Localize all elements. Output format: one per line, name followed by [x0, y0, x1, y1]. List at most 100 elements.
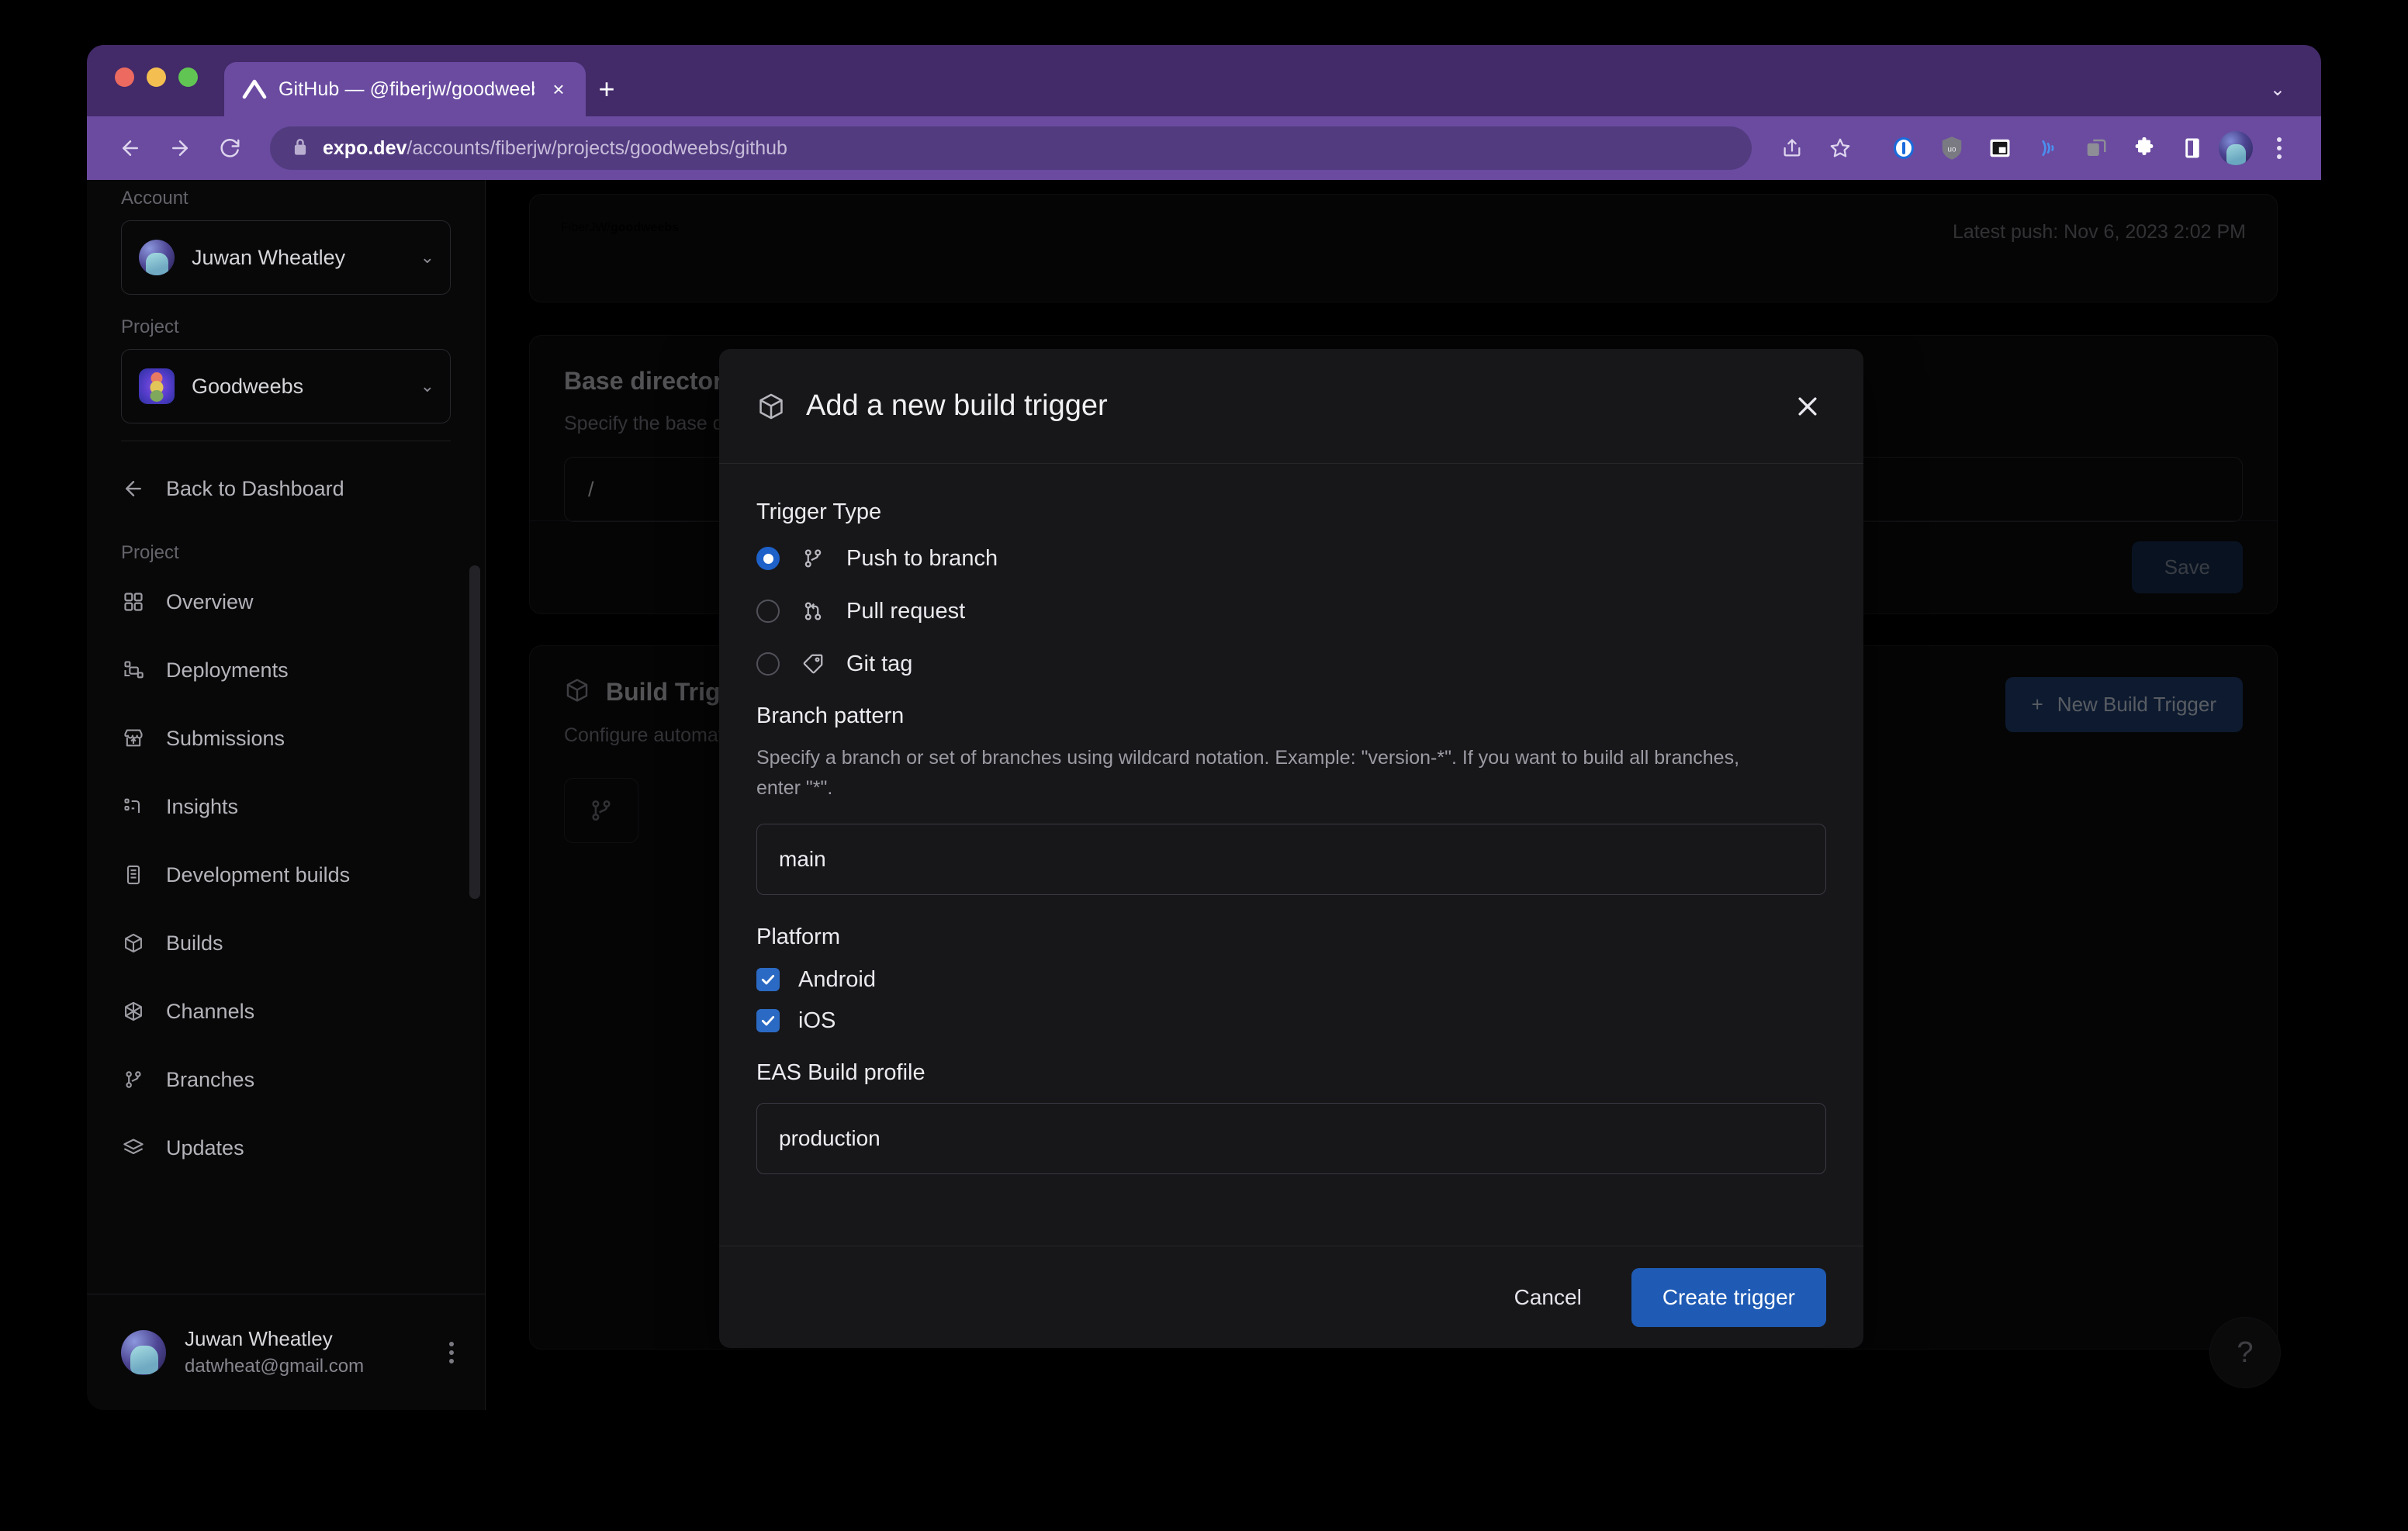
eas-build-profile-input[interactable]: production	[756, 1102, 1826, 1174]
tab-group-icon[interactable]	[2074, 126, 2118, 170]
browser-tab[interactable]: GitHub — @fiberjw/goodweebs ×	[224, 62, 586, 116]
sidebar-nav: Back to Dashboard Project Overview Deplo…	[87, 441, 485, 1294]
branch-icon	[121, 1067, 146, 1092]
three-dot-menu-icon[interactable]	[441, 1334, 462, 1371]
back-arrow-icon	[121, 476, 146, 501]
radio-indicator[interactable]	[756, 547, 780, 570]
sidebar-group-label: Project	[121, 542, 179, 563]
sidebar-item-updates[interactable]: Updates	[121, 1125, 451, 1170]
sidebar-item-label: Branches	[166, 1067, 255, 1091]
radio-pull-request[interactable]: Pull request	[756, 598, 1826, 624]
sidebar-scrollbar[interactable]	[469, 565, 480, 899]
checkbox-ios[interactable]: iOS	[756, 1008, 1826, 1034]
project-icon	[139, 368, 175, 404]
browser-window: GitHub — @fiberjw/goodweebs × + ⌄ expo.d…	[87, 45, 2321, 1410]
ublock-origin-icon[interactable]: uo	[1930, 126, 1974, 170]
window-traffic-lights	[115, 45, 198, 116]
trigger-type-label: Trigger Type	[756, 499, 882, 524]
modal-footer: Cancel Create trigger	[719, 1246, 1863, 1348]
sidebar-item-channels[interactable]: Channels	[121, 989, 451, 1034]
cast-icon[interactable]	[2026, 126, 2070, 170]
checkbox-indicator[interactable]	[756, 968, 780, 991]
expo-logo-icon	[241, 76, 268, 102]
modal-header: Add a new build trigger	[719, 349, 1863, 464]
account-name: Juwan Wheatley	[192, 245, 346, 269]
cube-icon	[121, 931, 146, 956]
sidebar-item-insights[interactable]: Insights	[121, 784, 451, 829]
account-avatar	[139, 240, 175, 275]
account-selector[interactable]: Juwan Wheatley ⌄	[121, 220, 451, 295]
close-icon[interactable]	[1786, 385, 1829, 428]
browser-tab-strip: GitHub — @fiberjw/goodweebs × + ⌄	[87, 45, 2321, 116]
sidebar-item-deployments[interactable]: Deployments	[121, 648, 451, 693]
browser-tab-title: GitHub — @fiberjw/goodweebs	[279, 78, 535, 100]
back-to-dashboard-link[interactable]: Back to Dashboard	[121, 466, 451, 511]
close-tab-button[interactable]: ×	[545, 76, 572, 102]
sidebar-item-development-builds[interactable]: Development builds	[121, 852, 451, 897]
extensions-puzzle-icon[interactable]	[2123, 126, 2166, 170]
checkbox-android[interactable]: Android	[756, 967, 1826, 993]
maximize-window-button[interactable]	[178, 67, 198, 87]
chevron-down-icon[interactable]: ⌄	[2270, 78, 2285, 101]
radio-indicator[interactable]	[756, 652, 780, 676]
eas-build-profile-section: EAS Build profile production	[756, 1060, 1826, 1174]
branch-pattern-section: Branch pattern Specify a branch or set o…	[756, 703, 1826, 895]
radio-label: Git tag	[846, 651, 913, 676]
sidebar-item-branches[interactable]: Branches	[121, 1057, 451, 1102]
modal-title: Add a new build trigger	[806, 389, 1108, 422]
branch-pattern-input[interactable]: main	[756, 823, 1826, 895]
tag-icon	[800, 651, 826, 677]
svg-text:uo: uo	[1948, 145, 1956, 154]
new-tab-button[interactable]: +	[586, 62, 628, 116]
sidebar-item-label: Deployments	[166, 658, 289, 682]
pull-request-icon	[800, 598, 826, 624]
radio-git-tag[interactable]: Git tag	[756, 651, 1826, 677]
profile-avatar[interactable]	[2219, 131, 2253, 165]
sidebar-user-name: Juwan Wheatley	[185, 1327, 333, 1350]
three-dot-menu-icon[interactable]	[2258, 126, 2301, 170]
chevron-down-icon: ⌄	[420, 247, 434, 267]
picture-in-picture-icon[interactable]	[1978, 126, 2022, 170]
platform-section: Platform Android iOS	[756, 924, 1826, 1034]
sidebar-item-label: Updates	[166, 1135, 244, 1159]
onepassword-icon[interactable]	[1882, 126, 1925, 170]
create-trigger-button[interactable]: Create trigger	[1631, 1267, 1826, 1327]
sidebar-item-submissions[interactable]: Submissions	[121, 716, 451, 761]
back-arrow-icon[interactable]	[109, 126, 152, 170]
cancel-button[interactable]: Cancel	[1496, 1273, 1600, 1322]
grid-icon	[121, 589, 146, 614]
side-panel-icon[interactable]	[2171, 126, 2214, 170]
sidebar-item-label: Development builds	[166, 862, 351, 886]
sidebar-user-info: Juwan Wheatley datwheat@gmail.com	[185, 1327, 423, 1377]
browser-toolbar: expo.dev/accounts/fiberjw/projects/goodw…	[87, 116, 2321, 180]
forward-arrow-icon[interactable]	[158, 126, 202, 170]
url-bar[interactable]: expo.dev/accounts/fiberjw/projects/goodw…	[270, 126, 1752, 170]
cube-icon	[756, 392, 786, 421]
radio-push-to-branch[interactable]: Push to branch	[756, 545, 1826, 572]
sidebar-item-overview[interactable]: Overview	[121, 579, 451, 624]
phone-icon	[121, 862, 146, 887]
eas-build-profile-label: EAS Build profile	[756, 1059, 925, 1085]
sidebar-item-label: Builds	[166, 931, 223, 955]
checkbox-label: Android	[798, 966, 876, 992]
account-label: Account	[121, 188, 189, 209]
insights-icon	[121, 794, 146, 819]
reload-icon[interactable]	[208, 126, 251, 170]
sidebar-item-label: Overview	[166, 589, 254, 613]
minimize-window-button[interactable]	[147, 67, 166, 87]
project-selector[interactable]: Goodweebs ⌄	[121, 349, 451, 423]
share-icon[interactable]	[1770, 126, 1814, 170]
bookmark-star-icon[interactable]	[1818, 126, 1862, 170]
sidebar-item-builds[interactable]: Builds	[121, 921, 451, 966]
project-name: Goodweebs	[192, 374, 304, 398]
sidebar-user-footer[interactable]: Juwan Wheatley datwheat@gmail.com	[87, 1294, 485, 1410]
sidebar: Account Juwan Wheatley ⌄ Project Goodwee…	[87, 180, 486, 1410]
sidebar-item-label: Submissions	[166, 726, 285, 750]
layers-icon	[121, 1135, 146, 1160]
channels-icon	[121, 999, 146, 1024]
platform-label: Platform	[756, 924, 840, 949]
checkbox-indicator[interactable]	[756, 1009, 780, 1032]
radio-indicator[interactable]	[756, 600, 780, 623]
add-build-trigger-modal: Add a new build trigger Trigger Type Pus…	[719, 349, 1863, 1348]
close-window-button[interactable]	[115, 67, 134, 87]
